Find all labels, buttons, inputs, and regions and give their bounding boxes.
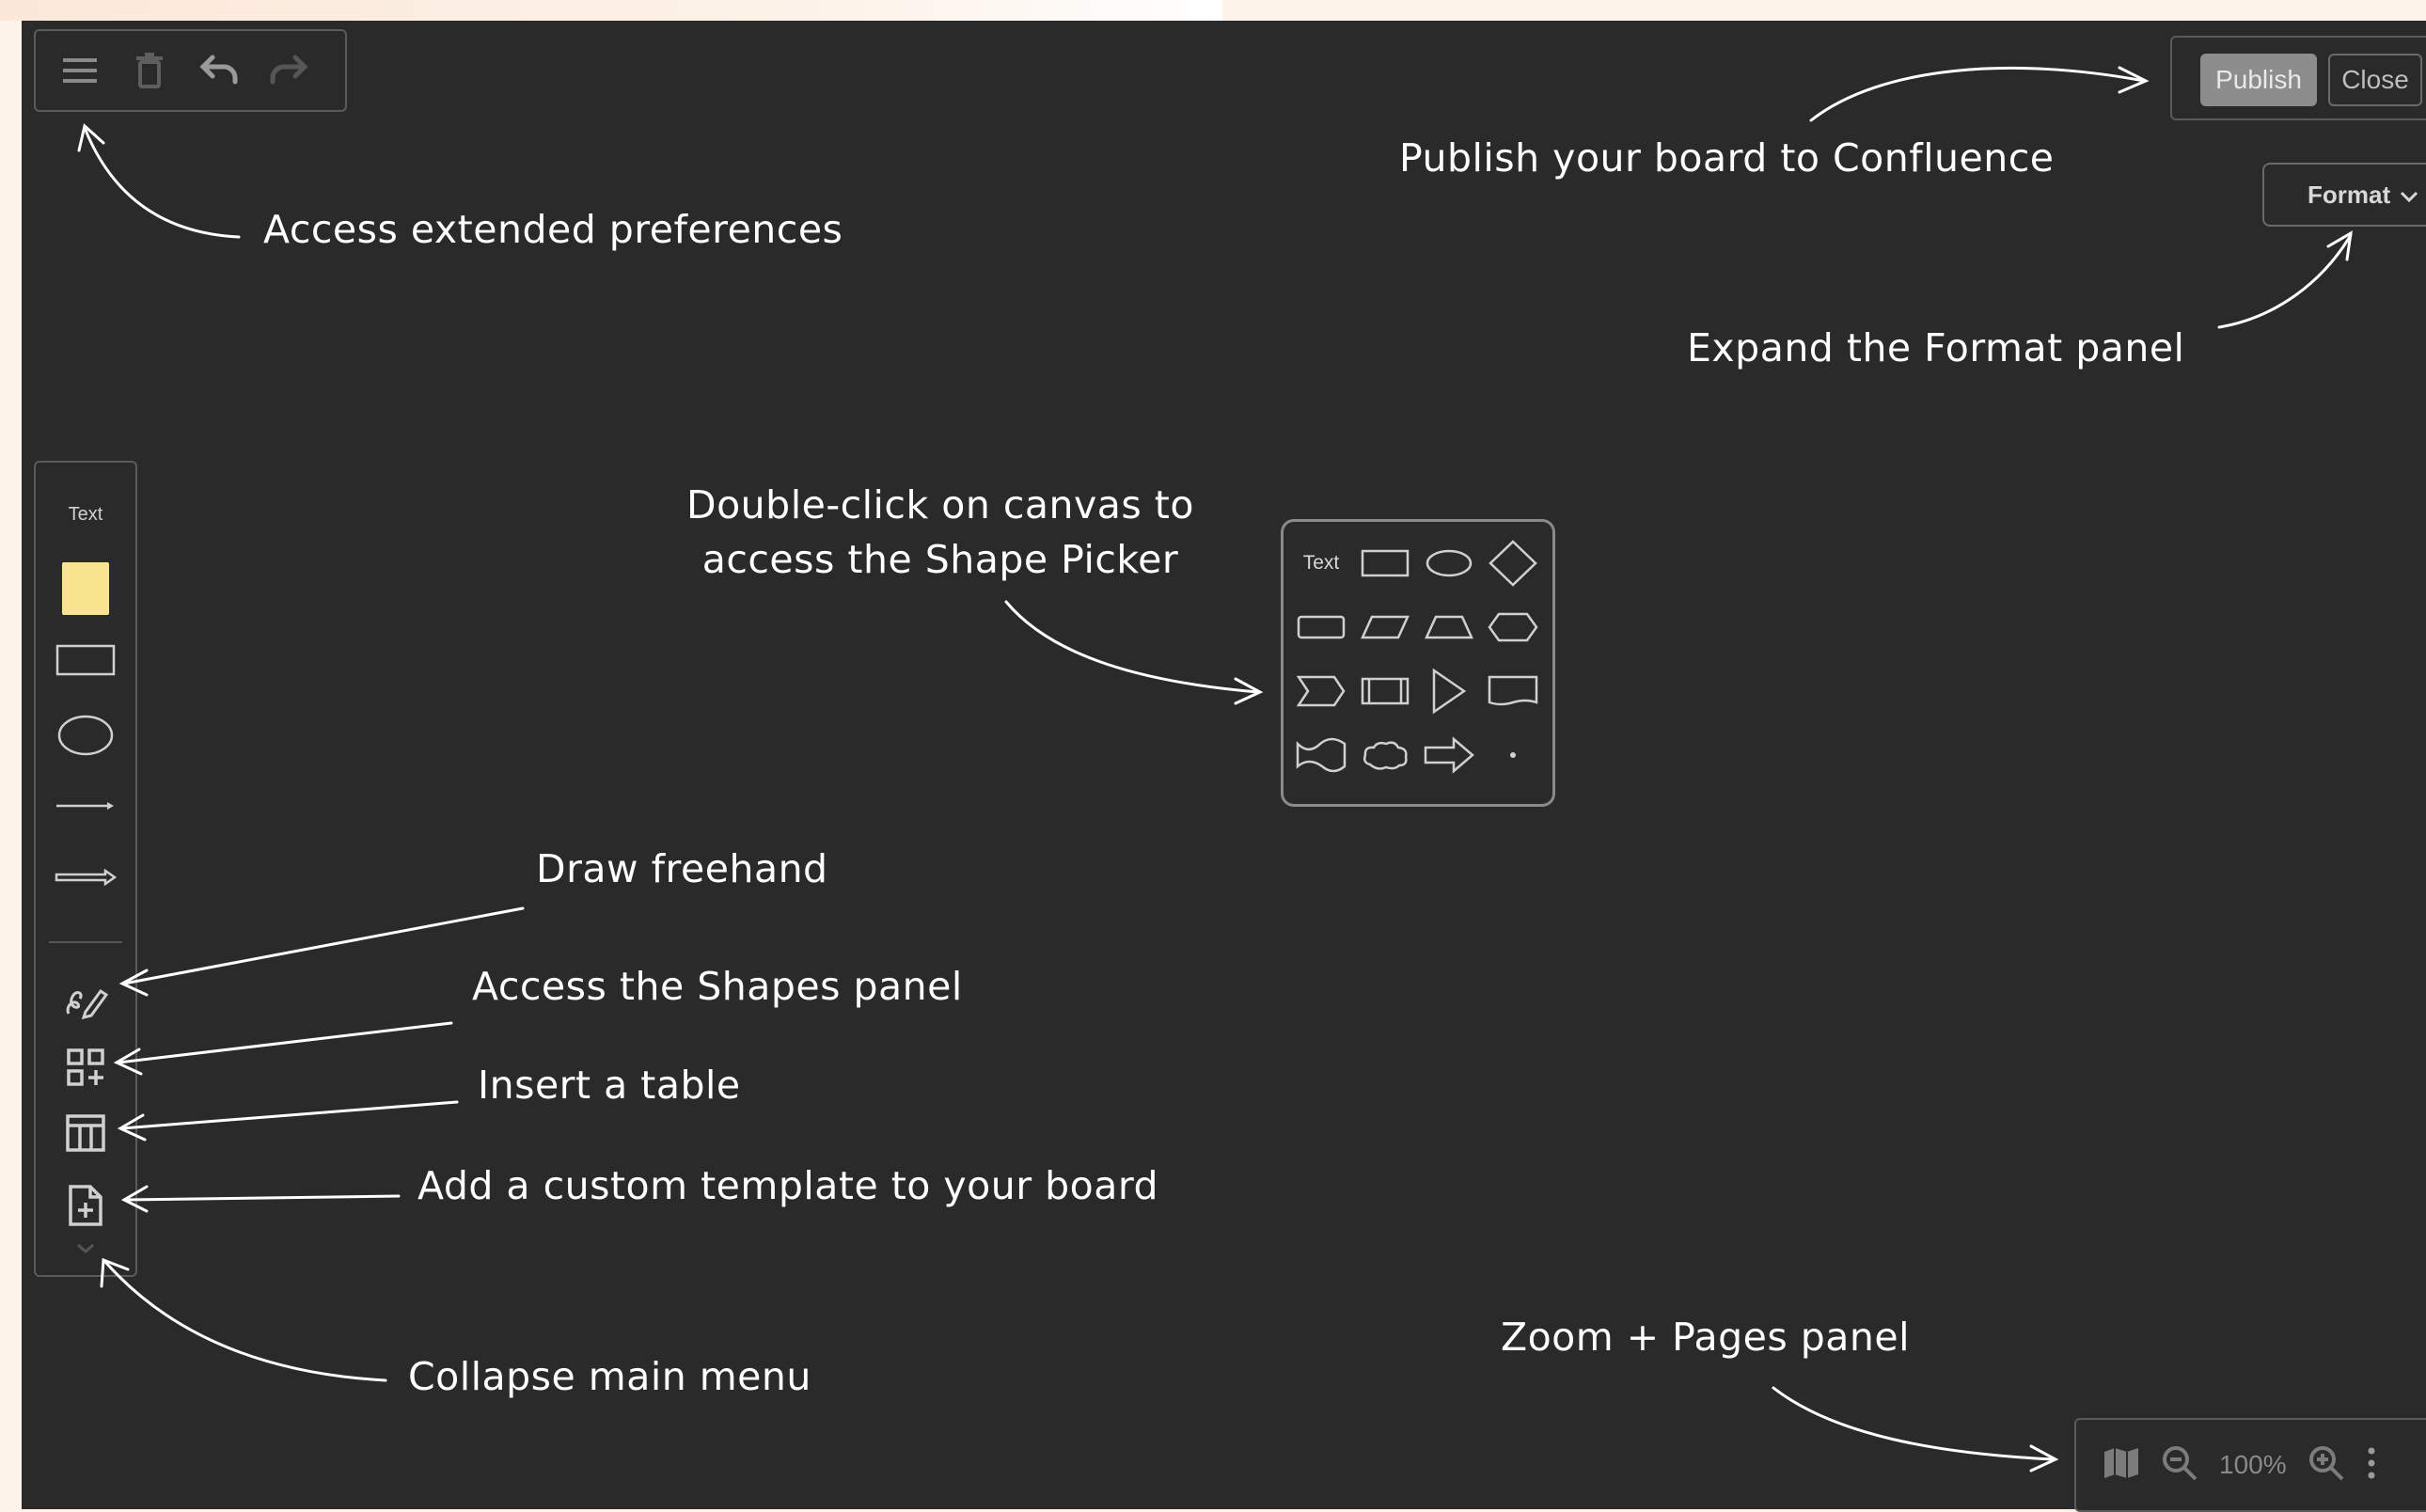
close-button[interactable]: Close — [2328, 54, 2422, 106]
shape-rounded-rectangle[interactable] — [1289, 599, 1353, 655]
shape-process[interactable] — [1353, 663, 1417, 719]
annotation-format: Expand the Format panel — [1687, 325, 2185, 370]
trash-icon[interactable] — [128, 49, 171, 92]
annotation-freehand: Draw freehand — [536, 846, 828, 891]
shape-text[interactable]: Text — [1289, 535, 1353, 591]
shape-callout[interactable] — [1481, 663, 1545, 719]
template-icon[interactable] — [36, 1181, 135, 1230]
zoom-in-icon[interactable] — [2308, 1444, 2345, 1486]
annotation-collapse: Collapse main menu — [408, 1354, 811, 1399]
text-tool[interactable]: Text — [36, 500, 135, 528]
freehand-icon[interactable] — [36, 976, 135, 1023]
undo-icon[interactable] — [197, 49, 241, 92]
more-options-icon[interactable] — [2366, 1446, 2377, 1484]
shapes-panel-icon[interactable] — [36, 1044, 135, 1091]
shape-step[interactable] — [1289, 663, 1353, 719]
shape-trapezoid[interactable] — [1417, 599, 1481, 655]
table-icon[interactable] — [36, 1110, 135, 1157]
annotation-shape-picker: Double-click on canvas to access the Sha… — [658, 478, 1222, 587]
publish-panel: Publish Close — [2170, 36, 2426, 120]
sticky-note-icon[interactable] — [36, 560, 135, 617]
annotation-table: Insert a table — [478, 1063, 741, 1108]
shape-arrow[interactable] — [1417, 727, 1481, 783]
annotation-publish: Publish your board to Confluence — [1399, 135, 2055, 181]
zoom-out-icon[interactable] — [2161, 1444, 2198, 1486]
hamburger-menu-icon[interactable] — [58, 49, 102, 92]
publish-button[interactable]: Publish — [2200, 54, 2317, 106]
shape-tape[interactable] — [1289, 727, 1353, 783]
annotation-shapes-panel: Access the Shapes panel — [472, 964, 963, 1009]
shape-rectangle[interactable] — [1353, 535, 1417, 591]
shape-cloud[interactable] — [1353, 727, 1417, 783]
format-panel-button[interactable]: Format — [2262, 163, 2426, 227]
zoom-pages-panel: 100% — [2074, 1418, 2426, 1512]
annotation-preferences: Access extended preferences — [263, 207, 843, 252]
zoom-level[interactable]: 100% — [2219, 1450, 2287, 1480]
format-label: Format — [2308, 180, 2391, 209]
annotation-shape-picker-line2: access the Shape Picker — [701, 537, 1179, 582]
redo-icon[interactable] — [267, 49, 310, 92]
shape-parallelogram[interactable] — [1353, 599, 1417, 655]
chevron-down-icon[interactable] — [36, 1239, 135, 1258]
shape-point[interactable] — [1481, 727, 1545, 783]
main-menu-toolbar: Text — [34, 461, 137, 1277]
map-icon[interactable] — [2103, 1446, 2140, 1484]
shape-triangle[interactable] — [1417, 663, 1481, 719]
shape-diamond[interactable] — [1481, 535, 1545, 591]
annotation-shape-picker-line1: Double-click on canvas to — [686, 482, 1194, 528]
rectangle-icon[interactable] — [36, 641, 135, 679]
line-icon[interactable] — [36, 796, 135, 815]
ellipse-icon[interactable] — [36, 712, 135, 759]
toolbar-divider — [49, 941, 122, 943]
screenshot-stage: Publish Close Format Text Text 100% Acce… — [0, 0, 2426, 1512]
background-strip — [0, 0, 1222, 21]
arrow-icon[interactable] — [36, 867, 135, 888]
annotation-template: Add a custom template to your board — [417, 1163, 1159, 1208]
shape-hexagon[interactable] — [1481, 599, 1545, 655]
top-left-toolbar — [34, 29, 347, 112]
shape-picker: Text — [1281, 519, 1555, 807]
annotation-zoom: Zoom + Pages panel — [1501, 1315, 1911, 1360]
chevron-down-icon — [2400, 181, 2418, 210]
shape-ellipse[interactable] — [1417, 535, 1481, 591]
